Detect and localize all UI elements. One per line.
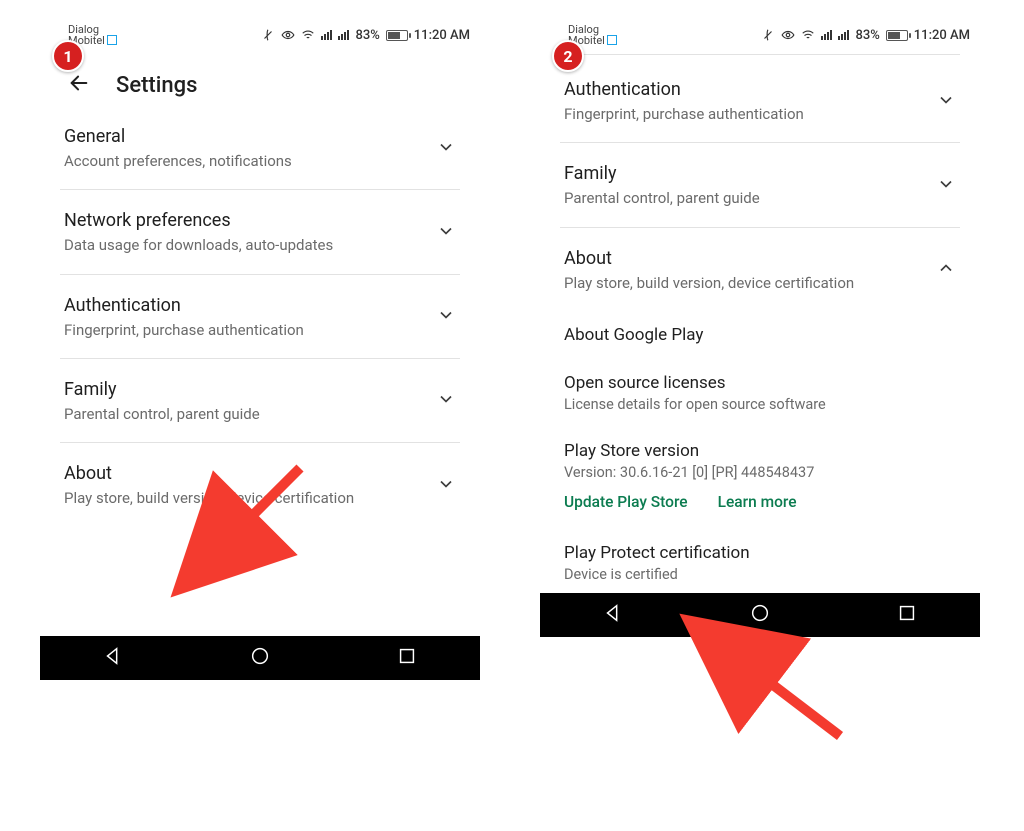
notification-icon [607,35,617,45]
row-sub: Fingerprint, purchase authentication [64,320,424,340]
clock: 11:20 AM [414,28,470,43]
battery-icon [386,30,408,41]
settings-row-family[interactable]: Family Parental control, parent guide [560,143,960,227]
settings-row-general[interactable]: General Account preferences, notificatio… [60,106,460,190]
settings-row-about[interactable]: About Play store, build version, device … [60,443,460,526]
item-sub: Device is certified [564,566,956,583]
status-bar: Dialog Mobitel 83% 11:20 AM [540,18,980,48]
back-button[interactable] [68,72,90,98]
row-title: Authentication [64,295,424,316]
signal-1-icon [321,30,332,40]
signal-2-icon [838,30,849,40]
learn-more-link[interactable]: Learn more [718,493,797,511]
chevron-down-icon [936,90,956,114]
row-title: Family [564,163,924,184]
screenshot-2: 2 Dialog Mobitel 83% 1 [540,18,980,680]
battery-percent: 83% [355,28,379,43]
page-title: Settings [116,73,197,98]
android-nav-bar [540,593,980,637]
row-sub: Play store, build version, device certif… [64,488,424,508]
nav-recents-button[interactable] [896,602,918,628]
nav-home-button[interactable] [749,602,771,628]
row-sub: Data usage for downloads, auto-updates [64,235,424,255]
row-title: Family [64,379,424,400]
chevron-down-icon [436,221,456,245]
settings-row-authentication[interactable]: Authentication Fingerprint, purchase aut… [560,59,960,143]
about-google-play-heading: About Google Play [560,311,960,359]
nav-recents-button[interactable] [396,645,418,671]
row-title: About [64,463,424,484]
row-title: General [64,126,424,147]
item-sub: Version: 30.6.16-21 [0] [PR] 448548437 [564,464,956,481]
row-title: About [564,248,924,269]
chevron-up-icon [936,258,956,282]
chevron-down-icon [436,305,456,329]
status-bar: Dialog Mobitel 83% 11:20 AM [40,18,480,48]
nav-home-button[interactable] [249,645,271,671]
step-badge-1: 1 [52,40,84,72]
mute-icon [761,28,775,42]
row-sub: Play store, build version, device certif… [564,273,924,293]
row-sub: Account preferences, notifications [64,151,424,171]
notification-icon [107,35,117,45]
settings-row-about[interactable]: About Play store, build version, device … [560,228,960,311]
settings-row-family[interactable]: Family Parental control, parent guide [60,359,460,443]
annotation-arrow [710,636,860,760]
app-bar: Settings [40,48,480,106]
signal-2-icon [338,30,349,40]
play-store-version: Play Store version Version: 30.6.16-21 [… [560,427,960,485]
screenshot-1: 1 Dialog Mobitel 83% 1 [40,18,480,680]
item-title: Play Protect certification [564,543,956,563]
item-title: Open source licenses [564,373,956,393]
nav-back-button[interactable] [602,602,624,628]
eye-icon [281,28,295,42]
open-source-licenses[interactable]: Open source licenses License details for… [560,359,960,427]
row-sub: Parental control, parent guide [564,188,924,208]
battery-icon [886,30,908,41]
item-sub: License details for open source software [564,396,956,413]
update-play-store-link[interactable]: Update Play Store [564,493,688,511]
settings-row-network[interactable]: Network preferences Data usage for downl… [60,190,460,274]
wifi-icon [801,28,815,42]
chevron-down-icon [436,474,456,498]
chevron-down-icon [936,174,956,198]
eye-icon [781,28,795,42]
battery-percent: 83% [855,28,879,43]
row-title: Network preferences [64,210,424,231]
nav-back-button[interactable] [102,645,124,671]
chevron-down-icon [436,137,456,161]
settings-row-authentication[interactable]: Authentication Fingerprint, purchase aut… [60,275,460,359]
signal-1-icon [821,30,832,40]
wifi-icon [301,28,315,42]
row-sub: Fingerprint, purchase authentication [564,104,924,124]
step-badge-2: 2 [552,40,584,72]
row-title: Authentication [564,79,924,100]
clock: 11:20 AM [914,28,970,43]
play-protect-certification: Play Protect certification Device is cer… [560,529,960,587]
android-nav-bar [40,636,480,680]
mute-icon [261,28,275,42]
item-title: Play Store version [564,441,956,461]
chevron-down-icon [436,389,456,413]
row-sub: Parental control, parent guide [64,404,424,424]
